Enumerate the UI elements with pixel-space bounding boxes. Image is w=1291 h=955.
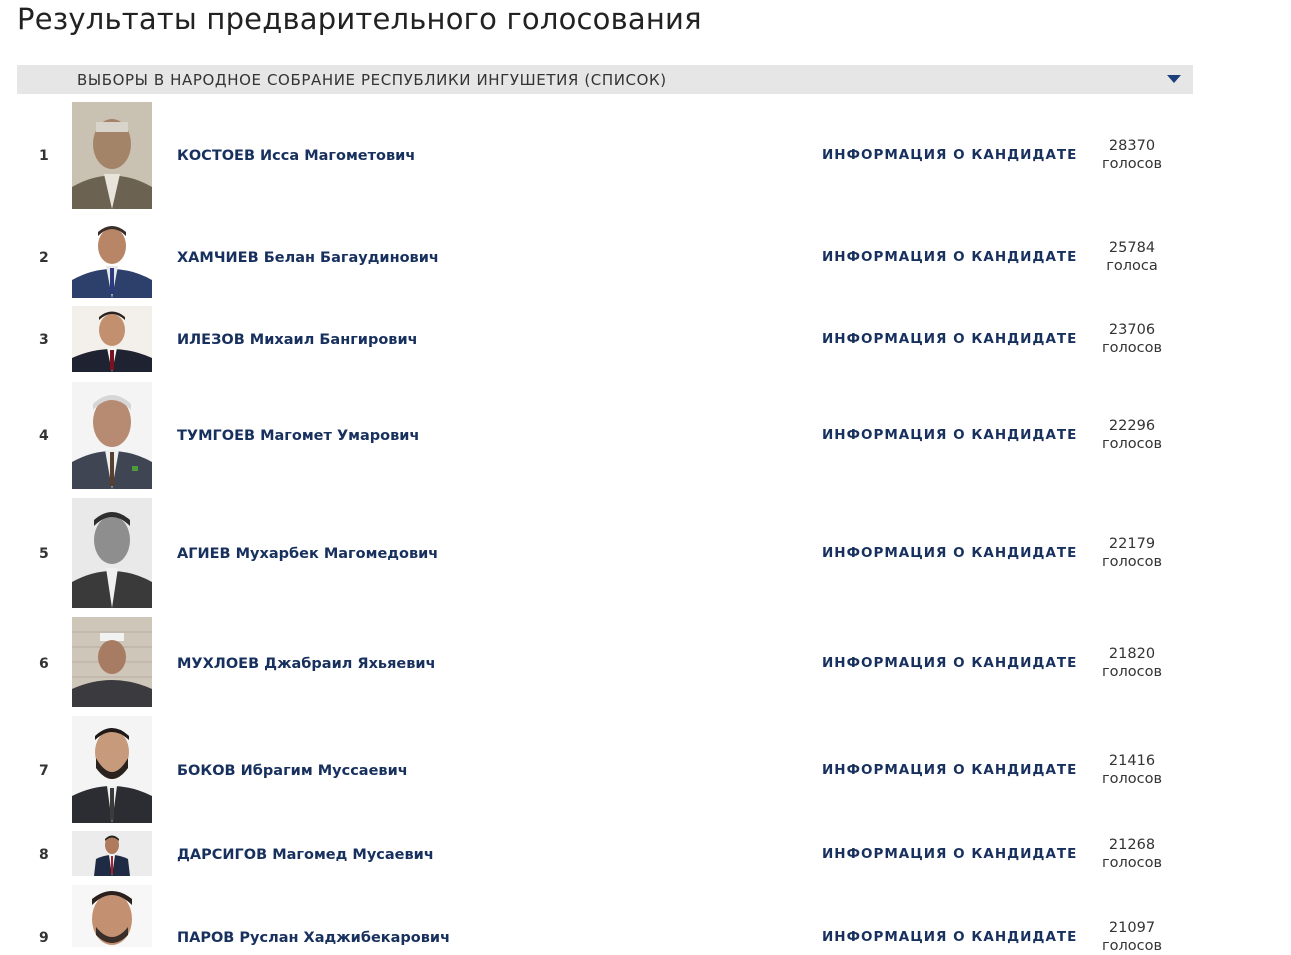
vote-number: 28370	[1108, 138, 1156, 154]
candidate-rank: 4	[39, 428, 49, 444]
candidate-info-link[interactable]: ИНФОРМАЦИЯ О КАНДИДАТЕ	[822, 331, 1077, 347]
candidate-photo[interactable]	[72, 382, 152, 489]
candidate-rank: 3	[39, 332, 49, 348]
page-title: Результаты предварительного голосования	[17, 2, 702, 36]
vote-count: 21820 голосов	[1092, 645, 1172, 681]
vote-count: 21416 голосов	[1092, 752, 1172, 788]
candidate-photo[interactable]	[72, 716, 152, 823]
candidate-info-link[interactable]: ИНФОРМАЦИЯ О КАНДИДАТЕ	[822, 762, 1077, 778]
candidate-photo[interactable]	[72, 102, 152, 209]
vote-count: 21097 голосов	[1092, 919, 1172, 955]
candidate-rank: 6	[39, 656, 49, 672]
candidate-name-link[interactable]: АГИЕВ Мухарбек Магомедович	[177, 546, 438, 562]
candidate-rank: 8	[39, 847, 49, 863]
vote-number: 22179	[1108, 536, 1156, 552]
vote-count: 25784 голоса	[1092, 239, 1172, 275]
candidate-info-link[interactable]: ИНФОРМАЦИЯ О КАНДИДАТЕ	[822, 545, 1077, 561]
candidate-rank: 2	[39, 250, 49, 266]
candidate-name-link[interactable]: ИЛЕЗОВ Михаил Бангирович	[177, 332, 418, 348]
candidate-rank: 9	[39, 930, 49, 946]
section-title: ВЫБОРЫ В НАРОДНОЕ СОБРАНИЕ РЕСПУБЛИКИ ИН…	[77, 71, 667, 89]
candidate-info-link[interactable]: ИНФОРМАЦИЯ О КАНДИДАТЕ	[822, 655, 1077, 671]
vote-unit: голосов	[1101, 554, 1163, 570]
candidate-name-link[interactable]: ДАРСИГОВ Магомед Мусаевич	[177, 847, 434, 863]
candidate-rank: 1	[39, 148, 49, 164]
vote-number: 21820	[1108, 646, 1156, 662]
vote-unit: голосов	[1101, 340, 1163, 356]
vote-count: 22296 голосов	[1092, 417, 1172, 453]
vote-unit: голосов	[1101, 436, 1163, 452]
candidate-photo[interactable]	[72, 617, 152, 707]
vote-unit: голосов	[1101, 938, 1163, 954]
vote-count: 23706 голосов	[1092, 321, 1172, 357]
candidate-photo[interactable]	[72, 306, 152, 372]
candidate-info-link[interactable]: ИНФОРМАЦИЯ О КАНДИДАТЕ	[822, 846, 1077, 862]
candidate-rank: 7	[39, 763, 49, 779]
vote-number: 22296	[1108, 418, 1156, 434]
vote-unit: голоса	[1106, 258, 1158, 274]
candidate-rank: 5	[39, 546, 49, 562]
candidate-info-link[interactable]: ИНФОРМАЦИЯ О КАНДИДАТЕ	[822, 427, 1077, 443]
candidate-name-link[interactable]: ПАРОВ Руслан Хаджибекарович	[177, 930, 450, 946]
chevron-down-icon[interactable]	[1167, 75, 1181, 83]
candidate-info-link[interactable]: ИНФОРМАЦИЯ О КАНДИДАТЕ	[822, 147, 1077, 163]
vote-count: 22179 голосов	[1092, 535, 1172, 571]
vote-count: 28370 голосов	[1092, 137, 1172, 173]
candidate-info-link[interactable]: ИНФОРМАЦИЯ О КАНДИДАТЕ	[822, 929, 1077, 945]
candidate-name-link[interactable]: ХАМЧИЕВ Белан Багаудинович	[177, 250, 439, 266]
vote-count: 21268 голосов	[1092, 836, 1172, 872]
candidate-photo[interactable]	[72, 218, 152, 298]
candidate-info-link[interactable]: ИНФОРМАЦИЯ О КАНДИДАТЕ	[822, 249, 1077, 265]
vote-unit: голосов	[1101, 156, 1163, 172]
candidate-name-link[interactable]: ТУМГОЕВ Магомет Умарович	[177, 428, 419, 444]
vote-number: 21268	[1108, 837, 1156, 853]
candidate-name-link[interactable]: МУХЛОЕВ Джабраил Яхьяевич	[177, 656, 436, 672]
vote-number: 21416	[1108, 753, 1156, 769]
vote-number: 23706	[1108, 322, 1156, 338]
vote-unit: голосов	[1101, 664, 1163, 680]
candidate-name-link[interactable]: КОСТОЕВ Исса Магометович	[177, 148, 415, 164]
candidate-photo[interactable]	[72, 885, 152, 947]
vote-unit: голосов	[1101, 855, 1163, 871]
vote-unit: голосов	[1101, 771, 1163, 787]
vote-number: 21097	[1108, 920, 1156, 936]
candidate-photo[interactable]	[72, 831, 152, 876]
candidate-photo[interactable]	[72, 498, 152, 608]
election-section-header[interactable]: ВЫБОРЫ В НАРОДНОЕ СОБРАНИЕ РЕСПУБЛИКИ ИН…	[17, 65, 1193, 94]
candidate-name-link[interactable]: БОКОВ Ибрагим Муссаевич	[177, 763, 408, 779]
vote-number: 25784	[1108, 240, 1156, 256]
